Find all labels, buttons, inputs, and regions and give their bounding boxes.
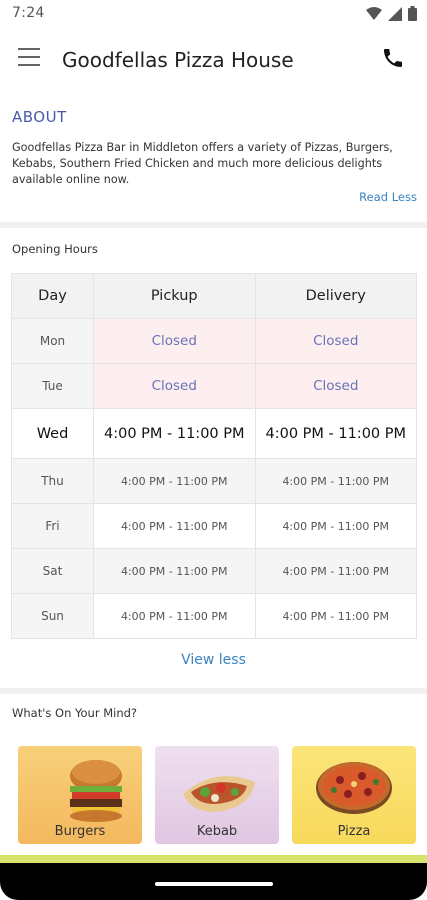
phone-icon[interactable]: [381, 46, 405, 70]
home-gesture-handle[interactable]: [155, 882, 273, 886]
pickup-cell: Closed: [93, 363, 256, 409]
pickup-cell: Closed: [93, 318, 256, 364]
table-row: Sat 4:00 PM - 11:00 PM 4:00 PM - 11:00 P…: [11, 548, 417, 594]
pickup-cell: 4:00 PM - 11:00 PM: [93, 593, 256, 639]
signal-icon: [388, 6, 402, 21]
pickup-cell: 4:00 PM - 11:00 PM: [93, 408, 256, 459]
day-cell: Mon: [11, 318, 94, 364]
delivery-cell: 4:00 PM - 11:00 PM: [254, 593, 417, 639]
section-divider: [0, 222, 427, 228]
category-label: Burgers: [54, 824, 106, 839]
table-row: Sun 4:00 PM - 11:00 PM 4:00 PM - 11:00 P…: [11, 593, 417, 639]
status-time: 7:24: [12, 5, 45, 21]
category-card-kebab[interactable]: Kebab: [155, 746, 279, 844]
header-pickup: Pickup: [93, 273, 256, 319]
table-row: Fri 4:00 PM - 11:00 PM 4:00 PM - 11:00 P…: [11, 503, 417, 549]
status-bar: 7:24: [0, 0, 427, 28]
delivery-cell: 4:00 PM - 11:00 PM: [254, 408, 417, 459]
category-card-burgers[interactable]: Burgers: [18, 746, 142, 844]
app-bar: Goodfellas Pizza House: [0, 30, 427, 90]
hamburger-menu-icon[interactable]: [18, 48, 44, 70]
day-cell: Sun: [11, 593, 94, 639]
header-delivery: Delivery: [254, 273, 417, 319]
opening-hours-table: Day Pickup Delivery Mon Closed Closed Tu…: [11, 273, 417, 639]
table-row: Mon Closed Closed: [11, 318, 417, 364]
header-day: Day: [11, 273, 94, 319]
bottom-accent-band: [0, 855, 427, 863]
delivery-cell: 4:00 PM - 11:00 PM: [254, 458, 417, 504]
pickup-cell: 4:00 PM - 11:00 PM: [93, 548, 256, 594]
wifi-icon: [366, 6, 382, 20]
day-cell: Sat: [11, 548, 94, 594]
about-description: Goodfellas Pizza Bar in Middleton offers…: [12, 141, 393, 186]
opening-hours-heading: Opening Hours: [12, 242, 98, 256]
delivery-cell: 4:00 PM - 11:00 PM: [254, 503, 417, 549]
category-label: Pizza: [337, 824, 371, 839]
table-row: Thu 4:00 PM - 11:00 PM 4:00 PM - 11:00 P…: [11, 458, 417, 504]
restaurant-title: Goodfellas Pizza House: [62, 48, 294, 72]
whats-on-your-mind-heading: What's On Your Mind?: [12, 706, 138, 720]
table-row-today: Wed 4:00 PM - 11:00 PM 4:00 PM - 11:00 P…: [11, 408, 417, 459]
pickup-cell: 4:00 PM - 11:00 PM: [93, 503, 256, 549]
table-row: Tue Closed Closed: [11, 363, 417, 409]
battery-icon: [408, 6, 417, 21]
day-cell: Thu: [11, 458, 94, 504]
pickup-cell: 4:00 PM - 11:00 PM: [93, 458, 256, 504]
category-card-pizza[interactable]: Pizza: [292, 746, 416, 844]
status-icons: [366, 6, 417, 21]
section-divider: [0, 688, 427, 694]
delivery-cell: Closed: [254, 318, 417, 364]
delivery-cell: Closed: [254, 363, 417, 409]
table-header-row: Day Pickup Delivery: [11, 273, 417, 319]
day-cell: Wed: [11, 408, 94, 459]
category-label: Kebab: [196, 824, 238, 839]
delivery-cell: 4:00 PM - 11:00 PM: [254, 548, 417, 594]
day-cell: Fri: [11, 503, 94, 549]
view-less-link[interactable]: View less: [0, 652, 427, 668]
day-cell: Tue: [11, 363, 94, 409]
read-less-link[interactable]: Read Less: [359, 190, 417, 204]
about-heading: ABOUT: [12, 108, 67, 126]
about-section: ABOUT Goodfellas Pizza Bar in Middleton …: [0, 108, 427, 204]
